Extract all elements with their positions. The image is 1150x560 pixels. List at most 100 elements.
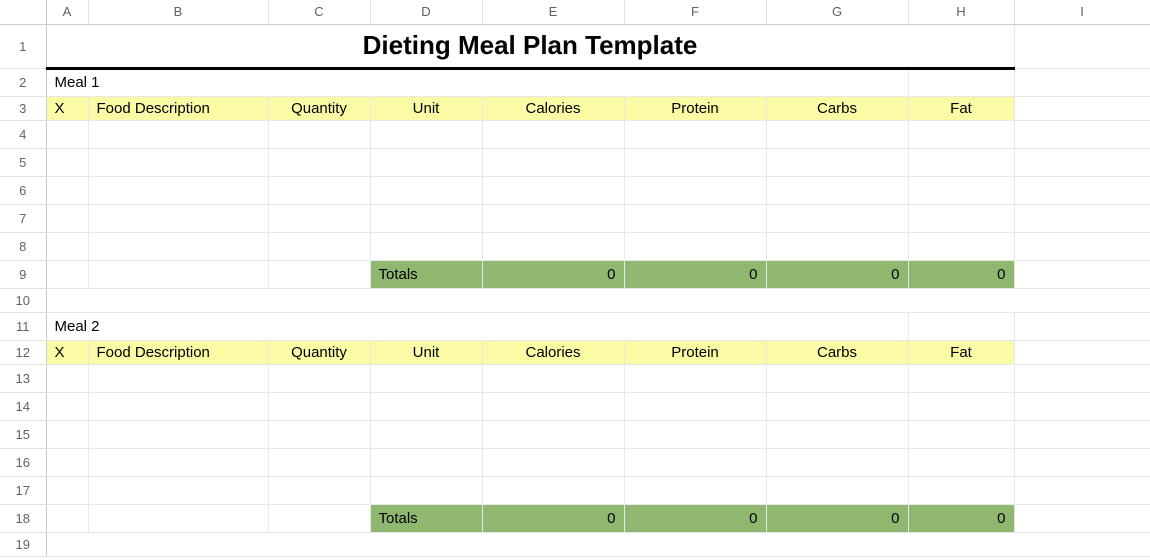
cell-C7[interactable] [268,204,370,232]
cell-H14[interactable] [908,392,1014,420]
cell-E6[interactable] [482,176,624,204]
cell-F6[interactable] [624,176,766,204]
cell-D5[interactable] [370,148,482,176]
row-header-17[interactable]: 17 [0,476,46,504]
cell-A17[interactable] [46,476,88,504]
cell-H2[interactable] [908,68,1014,96]
cell-H6[interactable] [908,176,1014,204]
hdr-unit-2[interactable]: Unit [370,340,482,364]
cell-I3[interactable] [1014,96,1150,120]
title-cell[interactable]: Dieting Meal Plan Template [46,24,1014,68]
cell-E16[interactable] [482,448,624,476]
row-header-4[interactable]: 4 [0,120,46,148]
cell-E8[interactable] [482,232,624,260]
cell-G16[interactable] [766,448,908,476]
totals-label-2[interactable]: Totals [370,504,482,532]
cell-A9[interactable] [46,260,88,288]
cell-F16[interactable] [624,448,766,476]
cell-I2[interactable] [1014,68,1150,96]
cell-B18[interactable] [88,504,268,532]
cell-B15[interactable] [88,420,268,448]
row-header-7[interactable]: 7 [0,204,46,232]
row-header-11[interactable]: 11 [0,312,46,340]
row-header-10[interactable]: 10 [0,288,46,312]
row-header-1[interactable]: 1 [0,24,46,68]
cell-H15[interactable] [908,420,1014,448]
cell-B4[interactable] [88,120,268,148]
totals-cal-2[interactable]: 0 [482,504,624,532]
cell-D4[interactable] [370,120,482,148]
cell-A14[interactable] [46,392,88,420]
cell-I12[interactable] [1014,340,1150,364]
cell-I11[interactable] [1014,312,1150,340]
cell-H11[interactable] [908,312,1014,340]
cell-E5[interactable] [482,148,624,176]
cell-F14[interactable] [624,392,766,420]
row-header-19[interactable]: 19 [0,532,46,556]
row-header-6[interactable]: 6 [0,176,46,204]
spreadsheet-viewport[interactable]: A B C D E F G H I 1 Dieting Meal Plan Te… [0,0,1150,560]
cell-A15[interactable] [46,420,88,448]
row-header-16[interactable]: 16 [0,448,46,476]
cell-F5[interactable] [624,148,766,176]
col-header-B[interactable]: B [88,0,268,24]
cell-A18[interactable] [46,504,88,532]
cell-D6[interactable] [370,176,482,204]
totals-fat-2[interactable]: 0 [908,504,1014,532]
cell-D8[interactable] [370,232,482,260]
cell-B7[interactable] [88,204,268,232]
cell-D17[interactable] [370,476,482,504]
col-header-G[interactable]: G [766,0,908,24]
row-header-13[interactable]: 13 [0,364,46,392]
totals-label-1[interactable]: Totals [370,260,482,288]
hdr-carb-2[interactable]: Carbs [766,340,908,364]
cell-E7[interactable] [482,204,624,232]
hdr-carb-1[interactable]: Carbs [766,96,908,120]
totals-carb-1[interactable]: 0 [766,260,908,288]
row-header-5[interactable]: 5 [0,148,46,176]
hdr-fat-2[interactable]: Fat [908,340,1014,364]
cell-A6[interactable] [46,176,88,204]
cell-A4[interactable] [46,120,88,148]
cell-E17[interactable] [482,476,624,504]
cell-H13[interactable] [908,364,1014,392]
cell-D13[interactable] [370,364,482,392]
cell-H7[interactable] [908,204,1014,232]
cell-I5[interactable] [1014,148,1150,176]
cell-A13[interactable] [46,364,88,392]
cell-G8[interactable] [766,232,908,260]
cell-G4[interactable] [766,120,908,148]
cell-B17[interactable] [88,476,268,504]
cell-B14[interactable] [88,392,268,420]
cell-F8[interactable] [624,232,766,260]
select-all-corner[interactable] [0,0,46,24]
cell-I9[interactable] [1014,260,1150,288]
col-header-A[interactable]: A [46,0,88,24]
spreadsheet-grid[interactable]: A B C D E F G H I 1 Dieting Meal Plan Te… [0,0,1150,557]
row-header-15[interactable]: 15 [0,420,46,448]
cell-C18[interactable] [268,504,370,532]
cell-A2[interactable]: Meal 1 [46,68,908,96]
cell-B5[interactable] [88,148,268,176]
hdr-food-1[interactable]: Food Description [88,96,268,120]
totals-carb-2[interactable]: 0 [766,504,908,532]
cell-I7[interactable] [1014,204,1150,232]
cell-I13[interactable] [1014,364,1150,392]
cell-H16[interactable] [908,448,1014,476]
cell-B9[interactable] [88,260,268,288]
cell-C14[interactable] [268,392,370,420]
cell-C5[interactable] [268,148,370,176]
cell-H17[interactable] [908,476,1014,504]
row-header-12[interactable]: 12 [0,340,46,364]
row-header-9[interactable]: 9 [0,260,46,288]
row-header-3[interactable]: 3 [0,96,46,120]
cell-C6[interactable] [268,176,370,204]
row-header-2[interactable]: 2 [0,68,46,96]
row-header-8[interactable]: 8 [0,232,46,260]
col-header-I[interactable]: I [1014,0,1150,24]
cell-D15[interactable] [370,420,482,448]
cell-C16[interactable] [268,448,370,476]
totals-pro-2[interactable]: 0 [624,504,766,532]
cell-E13[interactable] [482,364,624,392]
hdr-fat-1[interactable]: Fat [908,96,1014,120]
